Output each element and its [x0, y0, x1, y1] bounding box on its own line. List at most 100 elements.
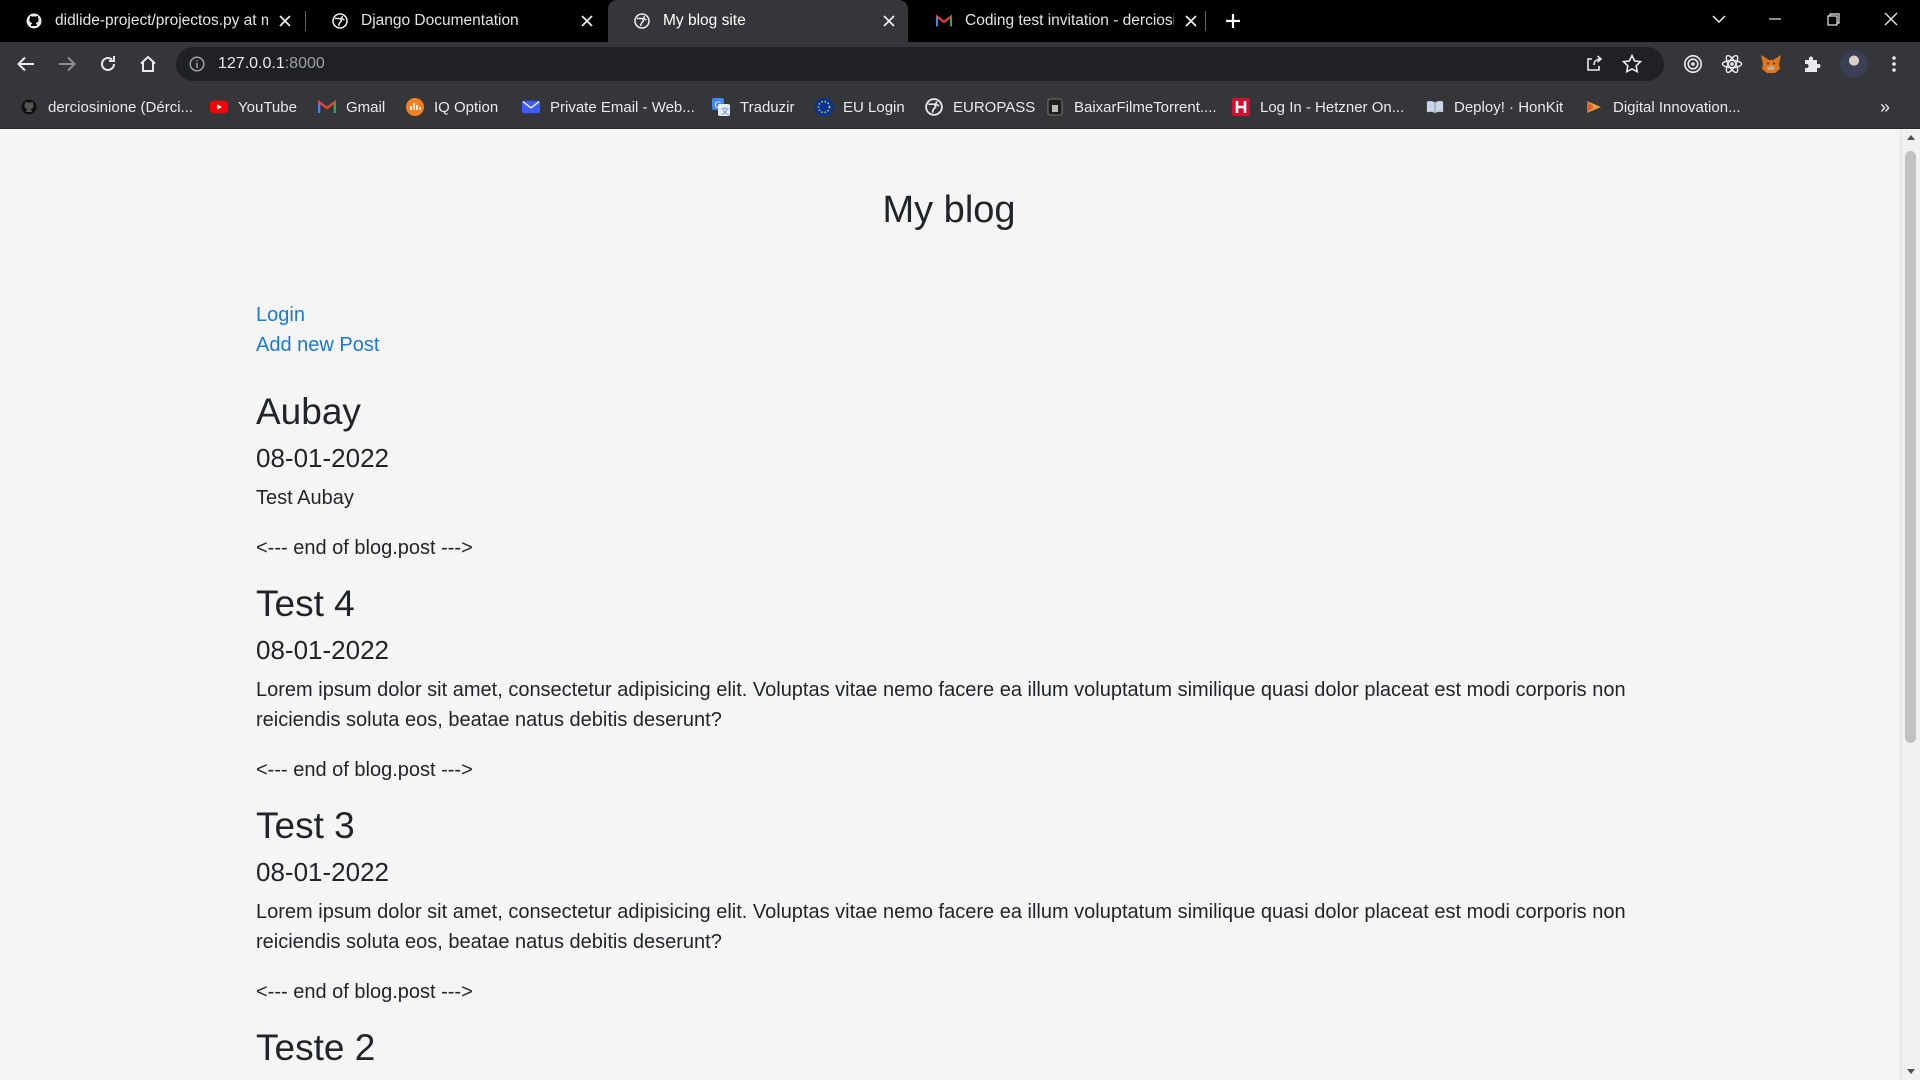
bookmark-label: BaixarFilmeTorrent....: [1074, 98, 1217, 116]
bookmark-private-email[interactable]: Private Email - Web...: [522, 86, 695, 128]
bookmarks-bar: derciosinione (Dérci... YouTube Gmail IQ…: [0, 86, 1920, 129]
metamask-fox-icon[interactable]: [1759, 52, 1783, 76]
post-date: 08-01-2022: [256, 857, 389, 887]
login-link[interactable]: Login: [256, 304, 305, 327]
close-icon[interactable]: [878, 10, 900, 32]
bookmark-label: Private Email - Web...: [550, 98, 695, 116]
bookmark-baixarfilme[interactable]: BaixarFilmeTorrent....: [1046, 86, 1217, 128]
post-body: Test Aubay: [256, 487, 354, 509]
post-title: Aubay: [256, 391, 361, 432]
tab-title: My blog site: [663, 12, 746, 29]
hetzner-icon: [1232, 98, 1250, 116]
bookmark-github[interactable]: derciosinione (Dérci...: [20, 86, 193, 128]
bookmark-label: EUROPASS: [953, 98, 1036, 116]
iq-option-icon: [406, 98, 424, 116]
bookmarks-overflow-button[interactable]: »: [1880, 86, 1890, 128]
bookmark-label: Deploy! · HonKit: [1454, 98, 1564, 116]
extension-target-icon[interactable]: [1681, 52, 1705, 76]
back-icon[interactable]: [14, 52, 38, 76]
tab-my-blog[interactable]: My blog site: [608, 0, 908, 42]
bookmark-iq-option[interactable]: IQ Option: [406, 86, 498, 128]
close-icon[interactable]: [1180, 10, 1202, 32]
page-viewport: My blog Login Add new Post Aubay 08-01-2…: [0, 129, 1900, 1080]
react-devtools-icon[interactable]: [1720, 52, 1744, 76]
bookmark-label: derciosinione (Dérci...: [48, 98, 194, 116]
bookmark-label: Log In - Hetzner On...: [1260, 98, 1405, 116]
site-info-icon[interactable]: [189, 56, 205, 72]
post-title: Test 4: [256, 583, 355, 624]
window-close-icon[interactable]: [1868, 0, 1914, 38]
eu-icon: [815, 98, 833, 116]
bookmark-traduzir[interactable]: G文 Traduzir: [712, 86, 794, 128]
address-bar[interactable]: 127.0.0.1:8000: [176, 47, 1664, 81]
post-date: 08-01-2022: [256, 635, 389, 665]
post-end-marker: <--- end of blog.post --->: [256, 981, 473, 1003]
tab-title: Coding test invitation - derciosin: [965, 12, 1174, 29]
post-date: 08-01-2022: [256, 443, 389, 473]
tab-title: Django Documentation: [361, 12, 519, 29]
profile-avatar[interactable]: [1840, 50, 1868, 78]
tab-title: didlide-project/projectos.py at m: [55, 12, 268, 29]
tab-gmail[interactable]: Coding test invitation - derciosin: [910, 0, 1210, 42]
tab-search-icon[interactable]: [1696, 0, 1742, 38]
bookmark-label: YouTube: [238, 98, 297, 116]
translate-icon: G文: [712, 98, 730, 116]
url-text: 127.0.0.1:8000: [218, 55, 325, 73]
bookmark-label: Gmail: [346, 98, 386, 116]
bookmark-honkit[interactable]: Deploy! · HonKit: [1426, 86, 1563, 128]
post-end-marker: <--- end of blog.post --->: [256, 759, 473, 781]
reload-icon[interactable]: [96, 52, 120, 76]
globe-icon: [332, 13, 348, 29]
tab-separator: [1205, 11, 1206, 31]
bookmark-label: Traduzir: [740, 98, 795, 116]
forward-icon[interactable]: [55, 52, 79, 76]
tab-github[interactable]: didlide-project/projectos.py at m: [0, 0, 304, 42]
bookmark-label: Digital Innovation...: [1613, 98, 1741, 116]
close-icon[interactable]: [274, 10, 296, 32]
post-body: Lorem ipsum dolor sit amet, consectetur …: [256, 901, 1626, 953]
github-icon: [26, 13, 42, 29]
post-end-marker: <--- end of blog.post --->: [256, 537, 473, 559]
bookmark-label: IQ Option: [434, 98, 499, 116]
book-icon: [1426, 98, 1444, 116]
bookmark-europass[interactable]: EUROPASS: [925, 86, 1035, 128]
scrollbar-thumb[interactable]: [1905, 151, 1916, 743]
url-host: 127.0.0.1: [218, 55, 285, 72]
page-scrollbar[interactable]: [1900, 129, 1920, 1080]
film-icon: [1046, 98, 1064, 116]
share-icon[interactable]: [1582, 52, 1606, 76]
post-title: Test 3: [256, 805, 355, 846]
gmail-icon: [936, 13, 952, 29]
bookmark-hetzner[interactable]: Log In - Hetzner On...: [1232, 86, 1404, 128]
bookmark-gmail[interactable]: Gmail: [318, 86, 385, 128]
gmail-icon: [318, 98, 336, 116]
url-port: :8000: [284, 55, 325, 72]
scroll-up-arrow-icon[interactable]: [1901, 129, 1920, 146]
scroll-down-arrow-icon[interactable]: [1901, 1063, 1920, 1080]
home-icon[interactable]: [136, 52, 160, 76]
add-new-post-link[interactable]: Add new Post: [256, 334, 379, 357]
new-tab-icon[interactable]: [1222, 10, 1244, 32]
globe-icon: [634, 13, 650, 29]
tab-strip: didlide-project/projectos.py at m Django…: [0, 0, 1920, 42]
github-icon: [20, 98, 38, 116]
svg-text:文: 文: [721, 106, 729, 116]
dio-icon: [1585, 98, 1603, 116]
minimize-icon[interactable]: [1752, 0, 1798, 38]
browser-toolbar: 127.0.0.1:8000: [0, 42, 1920, 86]
bookmark-youtube[interactable]: YouTube: [210, 86, 297, 128]
bookmark-dio[interactable]: Digital Innovation...: [1585, 86, 1741, 128]
post-body: Lorem ipsum dolor sit amet, consectetur …: [256, 679, 1626, 731]
close-icon[interactable]: [576, 10, 598, 32]
page-title: My blog: [882, 189, 1016, 231]
post-title: Teste 2: [256, 1027, 376, 1068]
restore-icon[interactable]: [1810, 0, 1856, 38]
mail-icon: [522, 98, 540, 116]
tab-django-docs[interactable]: Django Documentation: [306, 0, 606, 42]
bookmark-star-icon[interactable]: [1620, 52, 1644, 76]
globe-icon: [925, 98, 943, 116]
bookmark-eu-login[interactable]: EU Login: [815, 86, 905, 128]
more-menu-icon[interactable]: [1882, 52, 1906, 76]
bookmark-label: EU Login: [843, 98, 905, 116]
extensions-puzzle-icon[interactable]: [1800, 52, 1824, 76]
